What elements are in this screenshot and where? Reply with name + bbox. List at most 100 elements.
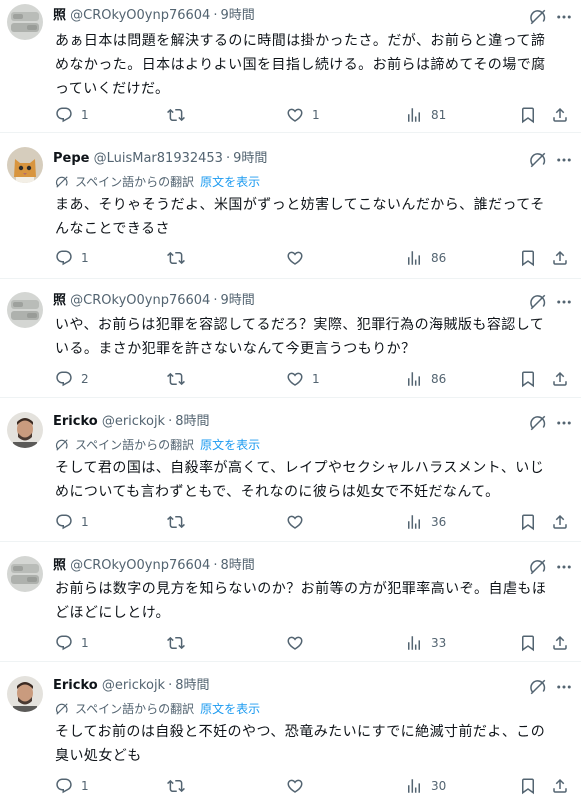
tweet-text: そしてお前のは自殺と不妊のやつ、恐竜みたいにすでに絶滅寸前だよ、この 臭い処女ど…: [55, 724, 546, 764]
show-original-link[interactable]: 原文を表示: [200, 702, 260, 716]
views-icon: [405, 777, 423, 795]
translate-icon: [55, 175, 69, 189]
display-name[interactable]: 照: [53, 293, 66, 308]
reply-button[interactable]: 1: [55, 632, 89, 654]
views-button[interactable]: 36: [405, 511, 446, 533]
tweet-actions: 1 30: [55, 775, 575, 797]
tweet-4[interactable]: Ericko @erickojk · 8時間 スペイン語からの翻訳 原文を表示 そして…: [0, 398, 581, 542]
like-button[interactable]: 1: [286, 368, 320, 390]
bookmark-button[interactable]: [519, 632, 537, 654]
display-name[interactable]: Pepe: [53, 151, 89, 166]
share-button[interactable]: [551, 104, 569, 126]
like-button[interactable]: [286, 632, 312, 654]
tweet-2[interactable]: Pepe @LuisMar81932453 · 9時間 スペイン語からの翻訳 原文を表…: [0, 133, 581, 279]
reply-button[interactable]: 2: [55, 368, 89, 390]
show-original-link[interactable]: 原文を表示: [200, 175, 260, 189]
share-button[interactable]: [551, 368, 569, 390]
bookmark-button[interactable]: [519, 368, 537, 390]
grok-icon[interactable]: [529, 678, 547, 696]
reply-button[interactable]: 1: [55, 104, 89, 126]
grok-icon[interactable]: [529, 293, 547, 311]
more-icon[interactable]: [555, 678, 573, 696]
timestamp[interactable]: 9時間: [220, 293, 254, 308]
display-name[interactable]: Ericko: [53, 414, 98, 429]
views-icon: [405, 513, 423, 531]
tweet-6[interactable]: Ericko @erickojk · 8時間 スペイン語からの翻訳 原文を表示 そして…: [0, 662, 581, 799]
views-icon: [405, 370, 423, 388]
views-button[interactable]: 33: [405, 632, 446, 654]
retweet-button[interactable]: [167, 511, 193, 533]
tweet-header: 照 @CROkyO0ynp76604 · 9時間: [53, 293, 255, 308]
like-button[interactable]: [286, 511, 312, 533]
bookmark-button[interactable]: [519, 775, 537, 797]
like-button[interactable]: [286, 775, 312, 797]
retweet-button[interactable]: [167, 775, 193, 797]
retweet-button[interactable]: [167, 632, 193, 654]
views-button[interactable]: 30: [405, 775, 446, 797]
timestamp[interactable]: 8時間: [220, 558, 254, 573]
more-icon[interactable]: [555, 558, 573, 576]
more-icon[interactable]: [555, 414, 573, 432]
like-button[interactable]: [286, 247, 312, 269]
heart-icon: [286, 634, 304, 652]
avatar[interactable]: [7, 292, 43, 328]
timestamp[interactable]: 8時間: [175, 414, 209, 429]
retweet-icon: [167, 634, 185, 652]
bookmark-button[interactable]: [519, 511, 537, 533]
retweet-button[interactable]: [167, 368, 193, 390]
views-button[interactable]: 86: [405, 247, 446, 269]
user-handle[interactable]: @CROkyO0ynp76604: [70, 293, 210, 308]
bookmark-button[interactable]: [519, 247, 537, 269]
display-name[interactable]: Ericko: [53, 678, 98, 693]
share-button[interactable]: [551, 247, 569, 269]
user-handle[interactable]: @LuisMar81932453: [94, 151, 223, 166]
more-icon[interactable]: [555, 151, 573, 169]
tweet-1[interactable]: 照 @CROkyO0ynp76604 · 9時間 あぁ日本は問題を解決するのに時間は…: [0, 0, 581, 133]
avatar[interactable]: [7, 4, 43, 40]
reply-icon: [55, 370, 73, 388]
grok-icon[interactable]: [529, 151, 547, 169]
avatar[interactable]: [7, 412, 43, 448]
share-button[interactable]: [551, 775, 569, 797]
tweet-5[interactable]: 照 @CROkyO0ynp76604 · 8時間 お前らは数字の見方を知らないのか？…: [0, 542, 581, 662]
share-button[interactable]: [551, 632, 569, 654]
display-name[interactable]: 照: [53, 558, 66, 573]
user-handle[interactable]: @CROkyO0ynp76604: [70, 8, 210, 23]
more-icon[interactable]: [555, 293, 573, 311]
reply-button[interactable]: 1: [55, 247, 89, 269]
tweet-text: あぁ日本は問題を解決するのに時間は掛かったさ。だが、お前らと違って諦 めなかった…: [55, 33, 546, 97]
share-icon: [551, 634, 569, 652]
display-name[interactable]: 照: [53, 8, 66, 23]
user-handle[interactable]: @CROkyO0ynp76604: [70, 558, 210, 573]
views-icon: [405, 634, 423, 652]
timestamp[interactable]: 9時間: [220, 8, 254, 23]
reply-button[interactable]: 1: [55, 511, 89, 533]
views-button[interactable]: 86: [405, 368, 446, 390]
grok-icon[interactable]: [529, 558, 547, 576]
grok-icon[interactable]: [529, 414, 547, 432]
retweet-icon: [167, 513, 185, 531]
tweet-header: Pepe @LuisMar81932453 · 9時間: [53, 151, 268, 166]
translation-note: スペイン語からの翻訳 原文を表示: [55, 700, 260, 718]
tweet-text: まあ、そりゃそうだよ、米国がずっと妨害してこないんだから、誰だってそ んなことで…: [55, 197, 545, 237]
retweet-button[interactable]: [167, 247, 193, 269]
reply-button[interactable]: 1: [55, 775, 89, 797]
user-handle[interactable]: @erickojk: [102, 678, 165, 693]
like-button[interactable]: 1: [286, 104, 320, 126]
tweet-actions: 1 33: [55, 632, 575, 654]
timestamp[interactable]: 8時間: [175, 678, 209, 693]
share-button[interactable]: [551, 511, 569, 533]
views-button[interactable]: 81: [405, 104, 446, 126]
show-original-link[interactable]: 原文を表示: [200, 438, 260, 452]
more-icon[interactable]: [555, 8, 573, 26]
user-handle[interactable]: @erickojk: [102, 414, 165, 429]
bookmark-button[interactable]: [519, 104, 537, 126]
tweet-3[interactable]: 照 @CROkyO0ynp76604 · 9時間 いや、お前らは犯罪を容認してるだろ…: [0, 279, 581, 398]
avatar[interactable]: [7, 556, 43, 592]
grok-icon[interactable]: [529, 8, 547, 26]
avatar[interactable]: [7, 676, 43, 712]
avatar[interactable]: [7, 147, 43, 183]
views-icon: [405, 106, 423, 124]
retweet-button[interactable]: [167, 104, 193, 126]
timestamp[interactable]: 9時間: [233, 151, 267, 166]
